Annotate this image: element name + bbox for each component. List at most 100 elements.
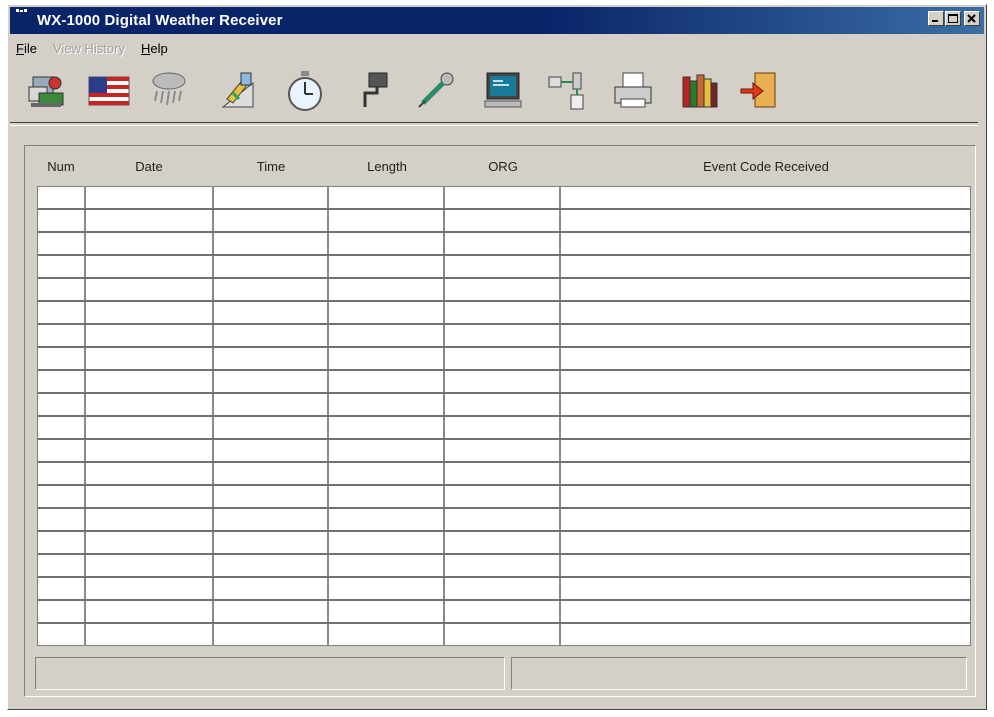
- table-cell[interactable]: [86, 601, 214, 622]
- table-cell[interactable]: [445, 463, 561, 484]
- table-cell[interactable]: [214, 348, 330, 369]
- table-row[interactable]: [38, 279, 970, 302]
- col-length-header[interactable]: Length: [329, 153, 445, 181]
- menu-file[interactable]: File: [12, 41, 43, 56]
- table-cell[interactable]: [86, 187, 214, 208]
- table-cell[interactable]: [38, 486, 86, 507]
- table-cell[interactable]: [38, 509, 86, 530]
- table-row[interactable]: [38, 578, 970, 601]
- table-cell[interactable]: [329, 555, 446, 576]
- table-cell[interactable]: [329, 279, 446, 300]
- table-row[interactable]: [38, 532, 970, 555]
- table-cell[interactable]: [214, 463, 330, 484]
- table-cell[interactable]: [38, 601, 86, 622]
- table-cell[interactable]: [329, 325, 446, 346]
- table-cell[interactable]: [86, 348, 214, 369]
- table-cell[interactable]: [214, 417, 330, 438]
- table-cell[interactable]: [38, 417, 86, 438]
- table-row[interactable]: [38, 463, 970, 486]
- table-cell[interactable]: [329, 256, 446, 277]
- table-cell[interactable]: [38, 256, 86, 277]
- table-cell[interactable]: [329, 233, 446, 254]
- table-cell[interactable]: [38, 302, 86, 323]
- minimize-button[interactable]: [928, 11, 944, 26]
- grid-body[interactable]: [37, 186, 971, 646]
- table-cell[interactable]: [445, 440, 561, 461]
- table-cell[interactable]: [329, 486, 446, 507]
- table-cell[interactable]: [214, 394, 330, 415]
- table-cell[interactable]: [214, 486, 330, 507]
- table-cell[interactable]: [561, 394, 970, 415]
- table-cell[interactable]: [329, 578, 446, 599]
- table-cell[interactable]: [445, 210, 561, 231]
- table-cell[interactable]: [561, 302, 970, 323]
- table-cell[interactable]: [329, 532, 446, 553]
- table-row[interactable]: [38, 509, 970, 532]
- table-cell[interactable]: [561, 509, 970, 530]
- exit-button[interactable]: [734, 66, 784, 116]
- table-cell[interactable]: [561, 532, 970, 553]
- table-cell[interactable]: [214, 371, 330, 392]
- table-cell[interactable]: [445, 578, 561, 599]
- table-cell[interactable]: [214, 210, 330, 231]
- table-cell[interactable]: [86, 624, 214, 645]
- table-cell[interactable]: [561, 440, 970, 461]
- table-cell[interactable]: [561, 187, 970, 208]
- table-cell[interactable]: [329, 463, 446, 484]
- storm-button[interactable]: [144, 66, 194, 116]
- table-cell[interactable]: [445, 279, 561, 300]
- table-cell[interactable]: [445, 532, 561, 553]
- col-event-header[interactable]: Event Code Received: [561, 153, 971, 181]
- table-cell[interactable]: [445, 302, 561, 323]
- table-cell[interactable]: [445, 486, 561, 507]
- table-row[interactable]: [38, 302, 970, 325]
- table-cell[interactable]: [445, 417, 561, 438]
- table-cell[interactable]: [38, 624, 86, 645]
- books-button[interactable]: [674, 66, 724, 116]
- table-row[interactable]: [38, 624, 970, 645]
- table-cell[interactable]: [86, 371, 214, 392]
- table-cell[interactable]: [561, 463, 970, 484]
- table-cell[interactable]: [214, 187, 330, 208]
- table-row[interactable]: [38, 233, 970, 256]
- table-cell[interactable]: [38, 463, 86, 484]
- table-cell[interactable]: [214, 578, 330, 599]
- table-cell[interactable]: [38, 371, 86, 392]
- table-cell[interactable]: [561, 417, 970, 438]
- table-cell[interactable]: [38, 187, 86, 208]
- table-cell[interactable]: [561, 486, 970, 507]
- table-cell[interactable]: [214, 302, 330, 323]
- flag-button[interactable]: [84, 66, 134, 116]
- table-cell[interactable]: [214, 440, 330, 461]
- table-cell[interactable]: [86, 302, 214, 323]
- table-cell[interactable]: [86, 279, 214, 300]
- table-cell[interactable]: [561, 578, 970, 599]
- table-cell[interactable]: [38, 233, 86, 254]
- table-cell[interactable]: [561, 256, 970, 277]
- table-cell[interactable]: [561, 601, 970, 622]
- table-cell[interactable]: [38, 578, 86, 599]
- table-cell[interactable]: [86, 532, 214, 553]
- table-cell[interactable]: [445, 233, 561, 254]
- microphone-button[interactable]: [410, 66, 460, 116]
- table-cell[interactable]: [38, 348, 86, 369]
- table-row[interactable]: [38, 486, 970, 509]
- table-cell[interactable]: [38, 555, 86, 576]
- table-cell[interactable]: [38, 440, 86, 461]
- table-cell[interactable]: [86, 463, 214, 484]
- table-cell[interactable]: [38, 210, 86, 231]
- table-cell[interactable]: [86, 555, 214, 576]
- table-cell[interactable]: [329, 440, 446, 461]
- table-cell[interactable]: [86, 210, 214, 231]
- table-cell[interactable]: [86, 233, 214, 254]
- menu-help[interactable]: Help: [137, 41, 174, 56]
- table-cell[interactable]: [86, 325, 214, 346]
- table-cell[interactable]: [214, 256, 330, 277]
- table-cell[interactable]: [561, 348, 970, 369]
- table-row[interactable]: [38, 601, 970, 624]
- table-row[interactable]: [38, 417, 970, 440]
- table-cell[interactable]: [214, 325, 330, 346]
- table-cell[interactable]: [329, 210, 446, 231]
- close-button[interactable]: [964, 11, 980, 26]
- maximize-button[interactable]: [945, 11, 961, 26]
